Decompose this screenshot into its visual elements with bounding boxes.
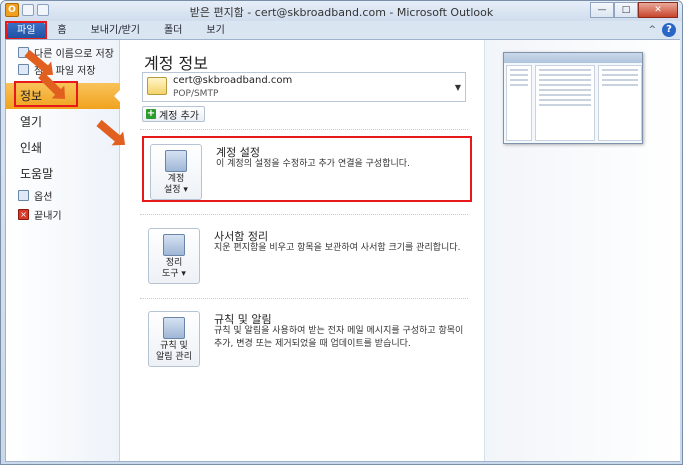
help-icon[interactable]: ? — [662, 23, 676, 37]
nav-exit[interactable]: × 끝내기 — [6, 206, 119, 223]
nav-save-as-label: 다른 이름으로 저장 — [34, 49, 114, 60]
tab-folder[interactable]: 폴더 — [152, 23, 194, 39]
chevron-down-icon: ▼ — [454, 83, 461, 92]
add-account-label: 계정 추가 — [159, 110, 199, 122]
nav-exit-label: 끝내기 — [34, 211, 62, 222]
divider — [140, 214, 468, 215]
backstage-nav: 다른 이름으로 저장 첨부 파일 저장 정보 열기 인쇄 도움말 옵션 × 끝내… — [6, 40, 121, 461]
nav-item-print[interactable]: 인쇄 — [6, 135, 119, 161]
exit-icon: × — [18, 209, 29, 220]
account-settings-button-label: 계정 설정 ▾ — [164, 174, 188, 195]
add-account-button[interactable]: + 계정 추가 — [142, 106, 205, 122]
nav-item-help[interactable]: 도움말 — [6, 161, 119, 187]
account-selector[interactable]: cert@skbroadband.com POP/SMTP ▼ — [142, 72, 466, 102]
rules-alerts-desc: 규칙 및 알림을 사용하여 받는 전자 메일 메시지를 구성하고 항목이 추가,… — [214, 326, 464, 349]
title-bar: O 받은 편지함 - cert@skbroadband.com - Micros… — [1, 1, 682, 21]
tab-home[interactable]: 홈 — [45, 23, 78, 39]
rules-alerts-icon — [163, 317, 185, 339]
maximize-button[interactable]: □ — [614, 2, 638, 18]
minimize-button[interactable]: — — [590, 2, 614, 18]
mailbox-icon — [147, 77, 167, 95]
tab-send-receive[interactable]: 보내기/받기 — [79, 23, 152, 39]
manage-rules-button[interactable]: 규칙 및 알림 관리 — [148, 311, 200, 367]
help-area: ^ ? — [648, 21, 676, 39]
account-settings-desc: 이 계정의 설정을 수정하고 추가 연결을 구성합니다. — [216, 159, 410, 169]
divider — [140, 129, 468, 130]
account-settings-button[interactable]: 계정 설정 ▾ — [150, 144, 202, 200]
nav-save-attachments[interactable]: 첨부 파일 저장 — [6, 61, 119, 78]
close-button[interactable]: ✕ — [638, 2, 678, 18]
cleanup-tools-button[interactable]: 정리 도구 ▾ — [148, 228, 200, 284]
tab-file[interactable]: 파일 — [5, 21, 48, 40]
ribbon-tabs: 파일 홈 보내기/받기 폴더 보기 ^ ? — [1, 21, 682, 40]
backstage-view: 다른 이름으로 저장 첨부 파일 저장 정보 열기 인쇄 도움말 옵션 × 끝내… — [5, 39, 680, 462]
section-rules-alerts: 규칙 및 알림 관리 규칙 및 알림 규칙 및 알림을 사용하여 받는 전자 메… — [142, 305, 472, 371]
account-settings-icon — [165, 150, 187, 172]
window-controls: — □ ✕ — [590, 2, 678, 18]
window-title: 받은 편지함 - cert@skbroadband.com - Microsof… — [189, 6, 494, 19]
account-info-content: 계정 정보 cert@skbroadband.com POP/SMTP ▼ + … — [122, 40, 482, 461]
outlook-preview-thumbnail — [503, 52, 643, 144]
plus-icon: + — [146, 108, 156, 119]
account-type: POP/SMTP — [173, 89, 219, 99]
file-tab-highlight — [5, 21, 48, 40]
account-email: cert@skbroadband.com — [173, 75, 293, 86]
manage-rules-button-label: 규칙 및 알림 관리 — [156, 341, 192, 362]
mailbox-cleanup-desc: 지운 편지함을 비우고 항목을 보관하여 사서함 크기를 관리합니다. — [214, 243, 461, 253]
divider — [140, 298, 468, 299]
minimize-ribbon-icon[interactable]: ^ — [648, 25, 656, 35]
nav-save-as[interactable]: 다른 이름으로 저장 — [6, 44, 119, 61]
attachment-icon — [18, 64, 29, 75]
page-title: 계정 정보 — [144, 54, 208, 73]
nav-options-label: 옵션 — [34, 192, 53, 203]
section-account-settings: 계정 설정 ▾ 계정 설정 이 계정의 설정을 수정하고 추가 연결을 구성합니… — [142, 136, 472, 202]
tab-view[interactable]: 보기 — [194, 23, 236, 39]
nav-options[interactable]: 옵션 — [6, 187, 119, 204]
preview-pane — [484, 40, 680, 461]
section-mailbox-cleanup: 정리 도구 ▾ 사서함 정리 지운 편지함을 비우고 항목을 보관하여 사서함 … — [142, 222, 472, 288]
cleanup-tools-icon — [163, 234, 185, 256]
cleanup-tools-button-label: 정리 도구 ▾ — [162, 258, 186, 279]
options-icon — [18, 190, 29, 201]
outlook-window: O 받은 편지함 - cert@skbroadband.com - Micros… — [0, 0, 683, 465]
